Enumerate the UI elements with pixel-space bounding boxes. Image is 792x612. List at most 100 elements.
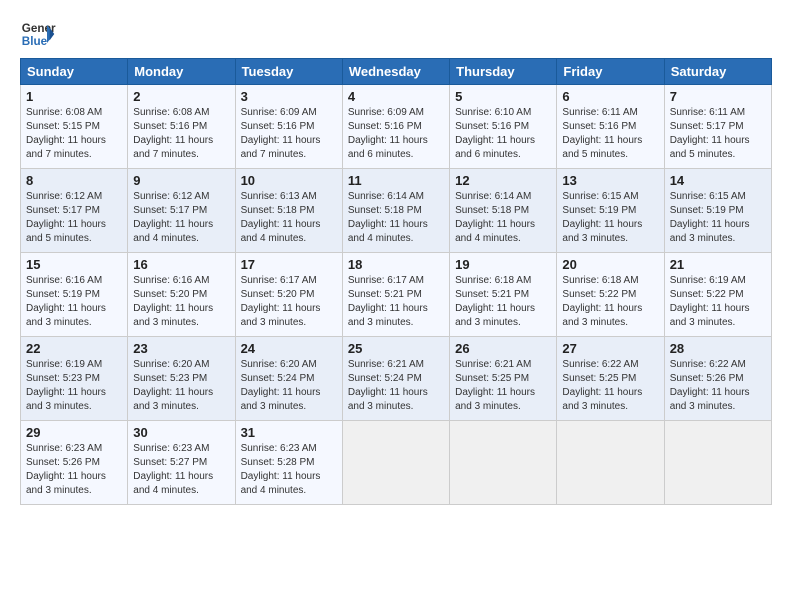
day-info: Sunrise: 6:16 AM Sunset: 5:20 PM Dayligh… <box>133 274 229 330</box>
calendar-cell: 9 Sunrise: 6:12 AM Sunset: 5:17 PM Daylig… <box>128 169 235 253</box>
day-info: Sunrise: 6:23 AM Sunset: 5:26 PM Dayligh… <box>26 442 122 498</box>
day-info: Sunrise: 6:08 AM Sunset: 5:16 PM Dayligh… <box>133 106 229 162</box>
calendar-cell <box>664 421 771 505</box>
day-info: Sunrise: 6:12 AM Sunset: 5:17 PM Dayligh… <box>133 190 229 246</box>
day-info: Sunrise: 6:19 AM Sunset: 5:23 PM Dayligh… <box>26 358 122 414</box>
day-info: Sunrise: 6:11 AM Sunset: 5:16 PM Dayligh… <box>562 106 658 162</box>
day-info: Sunrise: 6:18 AM Sunset: 5:22 PM Dayligh… <box>562 274 658 330</box>
day-info: Sunrise: 6:18 AM Sunset: 5:21 PM Dayligh… <box>455 274 551 330</box>
day-number: 18 <box>348 257 444 272</box>
calendar-week-3: 15Sunrise: 6:16 AM Sunset: 5:19 PM Dayli… <box>21 253 772 337</box>
calendar-header-monday: Monday <box>128 59 235 85</box>
day-info: Sunrise: 6:19 AM Sunset: 5:22 PM Dayligh… <box>670 274 766 330</box>
calendar-header-thursday: Thursday <box>450 59 557 85</box>
calendar-cell: 16 Sunrise: 6:16 AM Sunset: 5:20 PM Dayli… <box>128 253 235 337</box>
logo-icon: General Blue <box>20 16 56 52</box>
day-number: 14 <box>670 173 766 188</box>
day-number: 17 <box>241 257 337 272</box>
day-info: Sunrise: 6:08 AM Sunset: 5:15 PM Dayligh… <box>26 106 122 162</box>
calendar-cell: 3 Sunrise: 6:09 AM Sunset: 5:16 PM Daylig… <box>235 85 342 169</box>
day-number: 25 <box>348 341 444 356</box>
day-number: 26 <box>455 341 551 356</box>
calendar-week-4: 22 Sunrise: 6:19 AM Sunset: 5:23 PM Dayli… <box>21 337 772 421</box>
day-info: Sunrise: 6:13 AM Sunset: 5:18 PM Dayligh… <box>241 190 337 246</box>
day-info: Sunrise: 6:21 AM Sunset: 5:25 PM Dayligh… <box>455 358 551 414</box>
day-info: Sunrise: 6:09 AM Sunset: 5:16 PM Dayligh… <box>348 106 444 162</box>
day-number: 31 <box>241 425 337 440</box>
day-info: Sunrise: 6:22 AM Sunset: 5:26 PM Dayligh… <box>670 358 766 414</box>
day-number: 3 <box>241 89 337 104</box>
calendar-cell: 27Sunrise: 6:22 AM Sunset: 5:25 PM Dayli… <box>557 337 664 421</box>
day-number: 29 <box>26 425 122 440</box>
calendar-cell: 20 Sunrise: 6:18 AM Sunset: 5:22 PM Dayli… <box>557 253 664 337</box>
day-info: Sunrise: 6:21 AM Sunset: 5:24 PM Dayligh… <box>348 358 444 414</box>
day-info: Sunrise: 6:23 AM Sunset: 5:28 PM Dayligh… <box>241 442 337 498</box>
calendar-cell: 22 Sunrise: 6:19 AM Sunset: 5:23 PM Dayli… <box>21 337 128 421</box>
calendar-cell: 30Sunrise: 6:23 AM Sunset: 5:27 PM Dayli… <box>128 421 235 505</box>
calendar-header-sunday: Sunday <box>21 59 128 85</box>
day-number: 6 <box>562 89 658 104</box>
calendar-cell: 31 Sunrise: 6:23 AM Sunset: 5:28 PM Dayli… <box>235 421 342 505</box>
calendar-cell: 29 Sunrise: 6:23 AM Sunset: 5:26 PM Dayli… <box>21 421 128 505</box>
calendar-week-5: 29 Sunrise: 6:23 AM Sunset: 5:26 PM Dayli… <box>21 421 772 505</box>
calendar-cell: 10 Sunrise: 6:13 AM Sunset: 5:18 PM Dayli… <box>235 169 342 253</box>
day-number: 27 <box>562 341 658 356</box>
day-info: Sunrise: 6:15 AM Sunset: 5:19 PM Dayligh… <box>670 190 766 246</box>
calendar-cell: 19Sunrise: 6:18 AM Sunset: 5:21 PM Dayli… <box>450 253 557 337</box>
day-info: Sunrise: 6:10 AM Sunset: 5:16 PM Dayligh… <box>455 106 551 162</box>
calendar-cell: 25 Sunrise: 6:21 AM Sunset: 5:24 PM Dayli… <box>342 337 449 421</box>
day-info: Sunrise: 6:12 AM Sunset: 5:17 PM Dayligh… <box>26 190 122 246</box>
day-number: 2 <box>133 89 229 104</box>
calendar-cell: 2 Sunrise: 6:08 AM Sunset: 5:16 PM Daylig… <box>128 85 235 169</box>
day-number: 20 <box>562 257 658 272</box>
logo: General Blue <box>20 16 56 52</box>
calendar-cell: 4 Sunrise: 6:09 AM Sunset: 5:16 PM Daylig… <box>342 85 449 169</box>
day-number: 12 <box>455 173 551 188</box>
day-number: 8 <box>26 173 122 188</box>
day-info: Sunrise: 6:15 AM Sunset: 5:19 PM Dayligh… <box>562 190 658 246</box>
calendar-cell: 17 Sunrise: 6:17 AM Sunset: 5:20 PM Dayli… <box>235 253 342 337</box>
day-info: Sunrise: 6:17 AM Sunset: 5:20 PM Dayligh… <box>241 274 337 330</box>
calendar: SundayMondayTuesdayWednesdayThursdayFrid… <box>20 58 772 505</box>
calendar-cell: 21 Sunrise: 6:19 AM Sunset: 5:22 PM Dayli… <box>664 253 771 337</box>
day-number: 11 <box>348 173 444 188</box>
day-number: 28 <box>670 341 766 356</box>
day-number: 22 <box>26 341 122 356</box>
day-number: 16 <box>133 257 229 272</box>
day-number: 9 <box>133 173 229 188</box>
calendar-week-2: 8 Sunrise: 6:12 AM Sunset: 5:17 PM Daylig… <box>21 169 772 253</box>
calendar-header-friday: Friday <box>557 59 664 85</box>
day-info: Sunrise: 6:11 AM Sunset: 5:17 PM Dayligh… <box>670 106 766 162</box>
day-info: Sunrise: 6:14 AM Sunset: 5:18 PM Dayligh… <box>348 190 444 246</box>
day-number: 5 <box>455 89 551 104</box>
calendar-week-1: 1Sunrise: 6:08 AM Sunset: 5:15 PM Daylig… <box>21 85 772 169</box>
day-number: 21 <box>670 257 766 272</box>
calendar-cell: 23 Sunrise: 6:20 AM Sunset: 5:23 PM Dayli… <box>128 337 235 421</box>
calendar-header-wednesday: Wednesday <box>342 59 449 85</box>
day-number: 30 <box>133 425 229 440</box>
calendar-cell: 6 Sunrise: 6:11 AM Sunset: 5:16 PM Daylig… <box>557 85 664 169</box>
day-info: Sunrise: 6:20 AM Sunset: 5:23 PM Dayligh… <box>133 358 229 414</box>
day-number: 10 <box>241 173 337 188</box>
calendar-cell: 8 Sunrise: 6:12 AM Sunset: 5:17 PM Daylig… <box>21 169 128 253</box>
calendar-header-saturday: Saturday <box>664 59 771 85</box>
day-number: 23 <box>133 341 229 356</box>
day-number: 13 <box>562 173 658 188</box>
calendar-cell: 12 Sunrise: 6:14 AM Sunset: 5:18 PM Dayli… <box>450 169 557 253</box>
day-info: Sunrise: 6:09 AM Sunset: 5:16 PM Dayligh… <box>241 106 337 162</box>
calendar-cell: 13 Sunrise: 6:15 AM Sunset: 5:19 PM Dayli… <box>557 169 664 253</box>
day-number: 15 <box>26 257 122 272</box>
day-number: 7 <box>670 89 766 104</box>
day-info: Sunrise: 6:14 AM Sunset: 5:18 PM Dayligh… <box>455 190 551 246</box>
calendar-cell: 24Sunrise: 6:20 AM Sunset: 5:24 PM Dayli… <box>235 337 342 421</box>
day-number: 4 <box>348 89 444 104</box>
day-info: Sunrise: 6:17 AM Sunset: 5:21 PM Dayligh… <box>348 274 444 330</box>
calendar-header-row: SundayMondayTuesdayWednesdayThursdayFrid… <box>21 59 772 85</box>
calendar-cell: 1Sunrise: 6:08 AM Sunset: 5:15 PM Daylig… <box>21 85 128 169</box>
calendar-cell: 14 Sunrise: 6:15 AM Sunset: 5:19 PM Dayli… <box>664 169 771 253</box>
calendar-cell <box>557 421 664 505</box>
calendar-cell: 5 Sunrise: 6:10 AM Sunset: 5:16 PM Daylig… <box>450 85 557 169</box>
calendar-cell <box>342 421 449 505</box>
svg-text:Blue: Blue <box>22 35 48 48</box>
calendar-cell: 18 Sunrise: 6:17 AM Sunset: 5:21 PM Dayli… <box>342 253 449 337</box>
